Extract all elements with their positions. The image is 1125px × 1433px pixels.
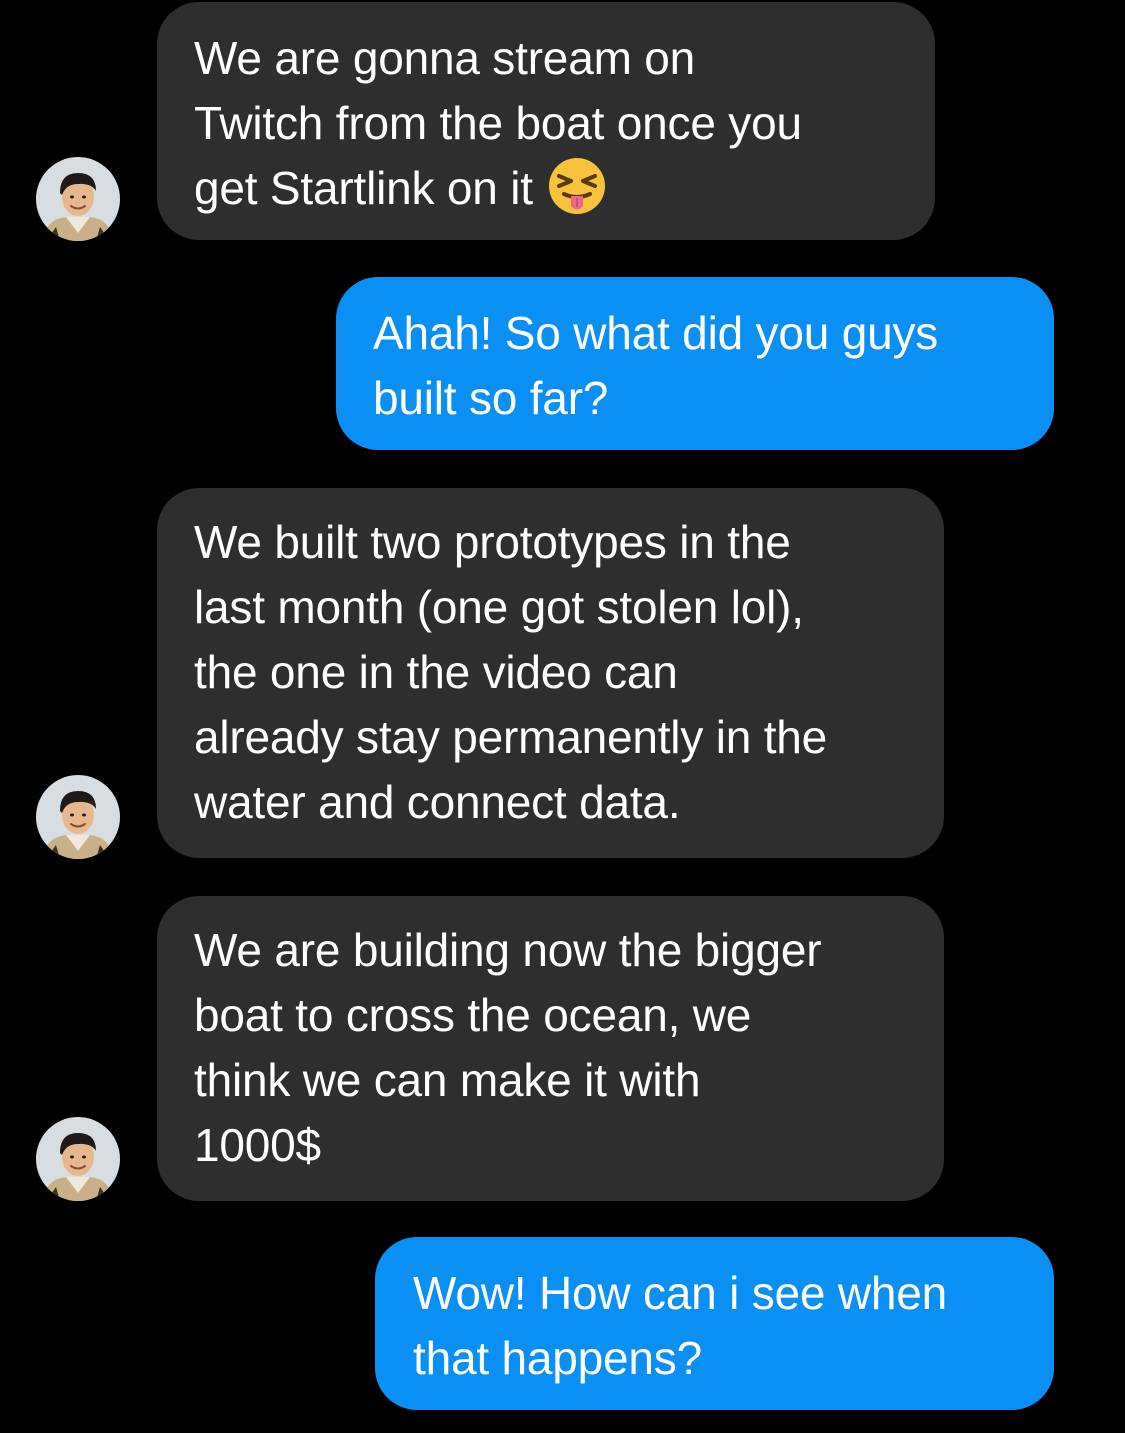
message-text: Wow! How can i see when that happens? xyxy=(413,1267,948,1384)
avatar-photo-icon xyxy=(36,1117,120,1201)
contact-avatar[interactable] xyxy=(36,157,120,241)
contact-avatar[interactable] xyxy=(36,775,120,859)
avatar-photo-icon xyxy=(36,775,120,859)
message-text: Ahah! So what did you guys built so far? xyxy=(373,307,939,424)
contact-avatar[interactable] xyxy=(36,1117,120,1201)
avatar-photo-icon xyxy=(36,157,120,241)
message-bubble-incoming[interactable]: We are building now the bigger boat to c… xyxy=(157,896,944,1201)
message-bubble-incoming[interactable]: We are gonna stream on Twitch from the b… xyxy=(157,2,935,240)
message-text: We are gonna stream on Twitch from the b… xyxy=(194,32,802,214)
message-bubble-outgoing[interactable]: Ahah! So what did you guys built so far? xyxy=(336,277,1054,450)
squinting-face-with-tongue-emoji-icon xyxy=(548,157,605,214)
message-bubble-outgoing[interactable]: Wow! How can i see when that happens? xyxy=(375,1237,1054,1410)
message-bubble-incoming[interactable]: We built two prototypes in the last mont… xyxy=(157,488,944,858)
message-text: We are building now the bigger boat to c… xyxy=(194,924,822,1171)
message-text: We built two prototypes in the last mont… xyxy=(194,516,828,828)
